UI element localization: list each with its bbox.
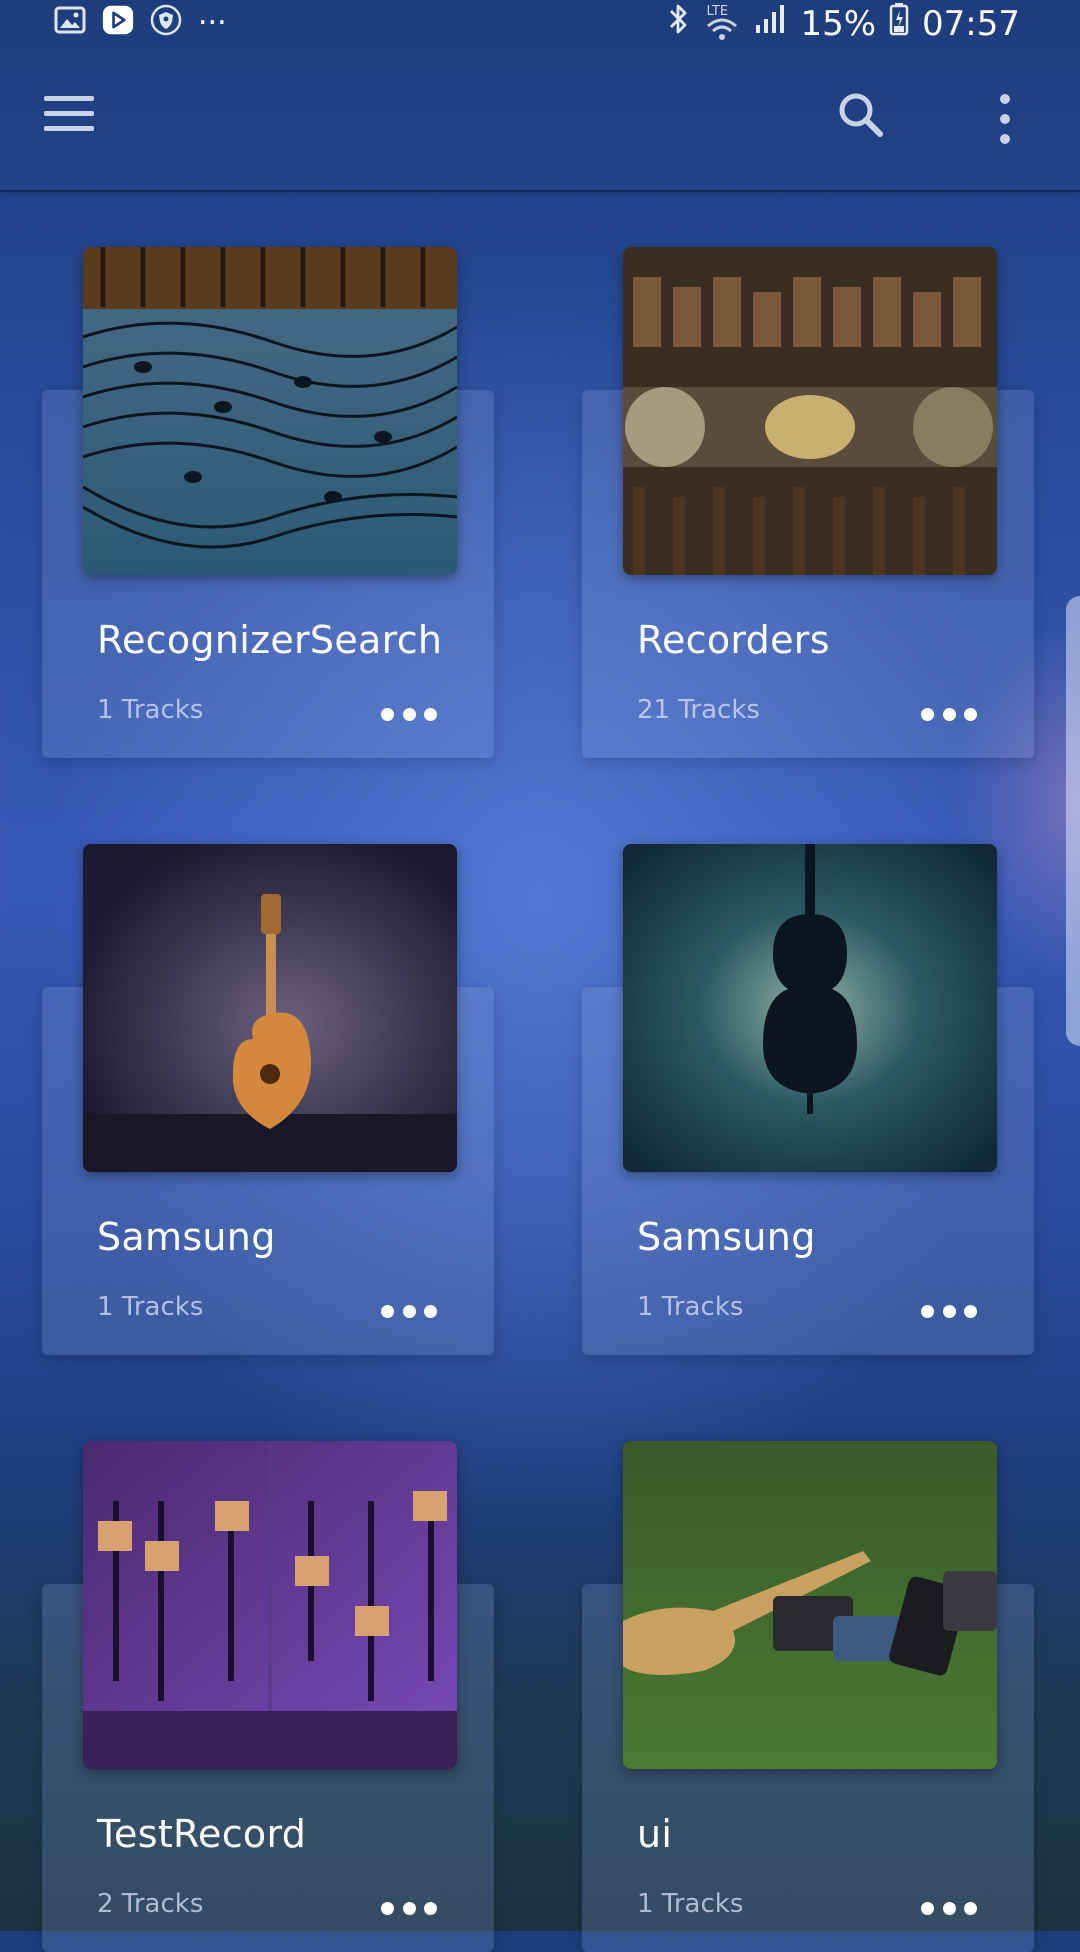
piano-hammers-art[interactable] — [623, 247, 997, 575]
more-notifications-indicator: ... — [198, 0, 227, 32]
playlist-more-icon[interactable] — [921, 1896, 977, 1920]
playlist-title: Recorders — [637, 618, 830, 662]
music-notes-wave-art[interactable] — [83, 247, 457, 575]
playlist-more-icon[interactable] — [921, 702, 977, 726]
status-bar: ... LTE 15% 07:57 — [0, 0, 1080, 46]
menu-icon[interactable] — [44, 96, 100, 140]
playlist-more-icon[interactable] — [381, 1896, 437, 1920]
playlist-title: Samsung — [97, 1215, 276, 1259]
playlist-title: ui — [637, 1812, 673, 1856]
playlist-track-count: 1 Tracks — [637, 1292, 744, 1322]
bluetooth-icon — [668, 2, 690, 45]
signal-icon — [754, 3, 788, 44]
cello-silhouette-art[interactable] — [623, 844, 997, 1172]
more-vert-icon[interactable] — [990, 94, 1020, 144]
playlist-title: RecognizerSearch — [97, 618, 443, 662]
gallery-icon — [54, 4, 86, 36]
electric-guitar-spotlight-art[interactable] — [83, 844, 457, 1172]
playlist-title: TestRecord — [97, 1812, 307, 1856]
clock: 07:57 — [922, 3, 1020, 44]
playlist-track-count: 21 Tracks — [637, 695, 760, 725]
edge-panel-handle[interactable] — [1066, 596, 1080, 1046]
playlist-more-icon[interactable] — [381, 1299, 437, 1323]
playlist-more-icon[interactable] — [921, 1299, 977, 1323]
search-icon[interactable] — [832, 86, 892, 146]
network-type-label: LTE — [706, 3, 729, 19]
playlist-more-icon[interactable] — [381, 702, 437, 726]
mixing-console-art[interactable] — [83, 1441, 457, 1769]
play-store-icon — [102, 4, 134, 36]
battery-percent: 15% — [800, 3, 877, 44]
playlist-track-count: 1 Tracks — [97, 1292, 204, 1322]
playlist-title: Samsung — [637, 1215, 816, 1259]
guitar-pedals-grass-art[interactable] — [623, 1441, 997, 1769]
playlist-track-count: 1 Tracks — [637, 1889, 744, 1919]
playlist-track-count: 1 Tracks — [97, 695, 204, 725]
playlist-track-count: 2 Tracks — [97, 1889, 204, 1919]
shield-icon — [150, 4, 182, 36]
wifi-icon: LTE — [702, 3, 742, 42]
battery-icon — [888, 2, 910, 45]
app-bar — [0, 46, 1080, 192]
